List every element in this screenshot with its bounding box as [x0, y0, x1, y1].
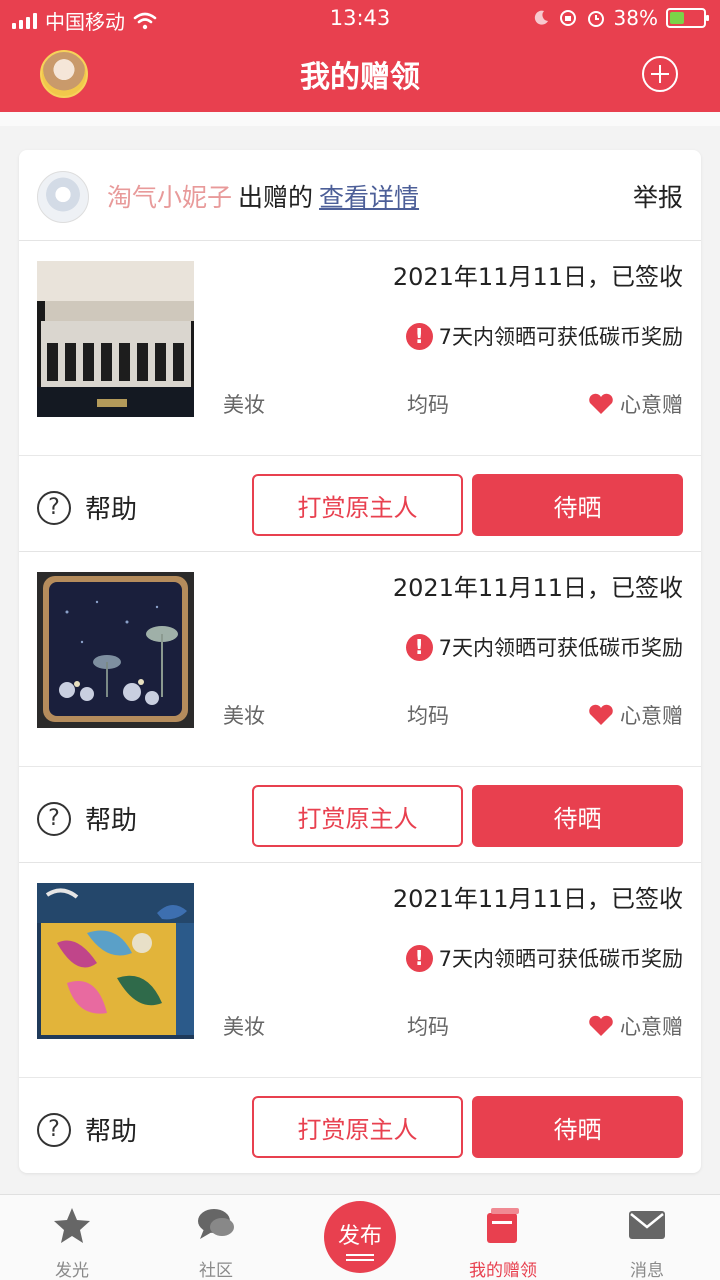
help-button[interactable]: ? 帮助: [37, 800, 137, 837]
tab-label: 我的赠领: [469, 1261, 537, 1280]
rotation-lock-icon: [559, 10, 576, 26]
reward-text: 7天内领晒可获低碳币奖励: [438, 325, 683, 349]
gift-item: 2021年11月11日，已签收 ! 7天内领晒可获低碳币奖励 美妆 均码 心意赠…: [19, 552, 701, 863]
donor-avatar[interactable]: [37, 171, 89, 223]
gift-type-label: 心意赠: [620, 704, 683, 728]
tab-label: 消息: [630, 1261, 664, 1280]
mail-icon: [629, 1211, 665, 1239]
question-icon: ?: [37, 801, 71, 836]
help-label: 帮助: [85, 1117, 138, 1147]
reward-notice: ! 7天内领晒可获低碳币奖励: [405, 943, 683, 973]
gift-type-label: 心意赠: [620, 393, 683, 417]
help-button[interactable]: ? 帮助: [37, 1111, 137, 1148]
app-header: 中国移动 13:43 38% 我的赠领: [0, 0, 720, 112]
pending-show-button[interactable]: 待晒: [472, 1096, 683, 1158]
question-icon: ?: [37, 490, 71, 525]
sign-date: 2021年11月11日，已签收: [392, 263, 683, 291]
reward-text: 7天内领晒可获低碳币奖励: [438, 636, 683, 660]
tab-community[interactable]: 社区: [166, 1205, 266, 1280]
tip-owner-button[interactable]: 打赏原主人: [252, 1096, 463, 1158]
tip-owner-button[interactable]: 打赏原主人: [252, 785, 463, 847]
size-tag: 均码: [407, 1015, 449, 1039]
reward-text: 7天内领晒可获低碳币奖励: [438, 947, 683, 971]
item-actions: ? 帮助 打赏原主人 待晒: [19, 767, 701, 863]
warning-icon: !: [405, 944, 433, 972]
tab-label: 发光: [55, 1261, 89, 1280]
view-details-link[interactable]: 查看详情: [319, 183, 419, 212]
help-label: 帮助: [85, 495, 138, 525]
tab-my-gifts[interactable]: 我的赠领: [453, 1205, 553, 1280]
gift-item: 2021年11月11日，已签收 ! 7天内领晒可获低碳币奖励 美妆 均码 心意赠…: [19, 863, 701, 1173]
pending-show-button[interactable]: 待晒: [472, 474, 683, 536]
gift-card: 淘气小妮子 出赠的 查看详情 举报 2021年11月11日，已签收 ! 7天内领…: [19, 150, 701, 1173]
alarm-icon: [587, 11, 604, 27]
product-image[interactable]: [37, 572, 194, 728]
heart-icon: [589, 1015, 613, 1036]
sign-date: 2021年11月11日，已签收: [392, 574, 683, 602]
menu-lines-icon: [346, 1254, 374, 1256]
battery-icon: [666, 8, 709, 28]
help-button[interactable]: ? 帮助: [37, 489, 137, 526]
donor-action-text: 出赠的: [238, 183, 314, 212]
category-tag: 美妆: [223, 704, 265, 728]
report-button[interactable]: 举报: [633, 178, 683, 214]
item-actions: ? 帮助 打赏原主人 待晒: [19, 456, 701, 552]
heart-icon: [589, 393, 613, 414]
gift-type-tag: 心意赠: [588, 1011, 683, 1041]
category-tag: 美妆: [223, 393, 265, 417]
category-tag: 美妆: [223, 1015, 265, 1039]
page-title: 我的赠领: [300, 60, 420, 95]
donor-name[interactable]: 淘气小妮子: [107, 183, 232, 212]
question-icon: ?: [37, 1112, 71, 1147]
reward-notice: ! 7天内领晒可获低碳币奖励: [405, 632, 683, 662]
warning-icon: !: [405, 633, 433, 661]
size-tag: 均码: [407, 704, 449, 728]
size-tag: 均码: [407, 393, 449, 417]
gift-type-tag: 心意赠: [588, 389, 683, 419]
gift-type-label: 心意赠: [620, 1015, 683, 1039]
product-image[interactable]: [37, 261, 194, 417]
add-button[interactable]: [642, 56, 678, 92]
tab-glow[interactable]: 发光: [22, 1205, 122, 1280]
tab-messages[interactable]: 消息: [597, 1205, 697, 1280]
publish-button[interactable]: 发布: [324, 1201, 396, 1273]
moon-icon: [534, 10, 548, 25]
pending-show-button[interactable]: 待晒: [472, 785, 683, 847]
gift-box-icon: [487, 1208, 519, 1243]
chat-icon: [198, 1209, 234, 1239]
publish-label: 发布: [337, 1224, 382, 1249]
star-icon: [54, 1208, 90, 1243]
bottom-tab-bar: 发光 社区 发布 我的赠领 消息: [0, 1194, 720, 1280]
header-divider: [0, 112, 720, 126]
sign-date: 2021年11月11日，已签收: [392, 885, 683, 913]
donor-row: 淘气小妮子 出赠的 查看详情 举报: [19, 150, 701, 241]
heart-icon: [589, 704, 613, 725]
gift-item: 2021年11月11日，已签收 ! 7天内领晒可获低碳币奖励 美妆 均码 心意赠…: [19, 241, 701, 552]
gift-type-tag: 心意赠: [588, 700, 683, 730]
product-image[interactable]: [37, 883, 194, 1039]
help-label: 帮助: [85, 806, 138, 836]
item-actions: ? 帮助 打赏原主人 待晒: [19, 1078, 701, 1173]
reward-notice: ! 7天内领晒可获低碳币奖励: [405, 321, 683, 351]
warning-icon: !: [405, 322, 433, 350]
battery-percent: 38%: [613, 6, 658, 30]
tip-owner-button[interactable]: 打赏原主人: [252, 474, 463, 536]
tab-label: 社区: [199, 1261, 233, 1280]
status-bar: 中国移动 13:43 38%: [0, 0, 720, 36]
